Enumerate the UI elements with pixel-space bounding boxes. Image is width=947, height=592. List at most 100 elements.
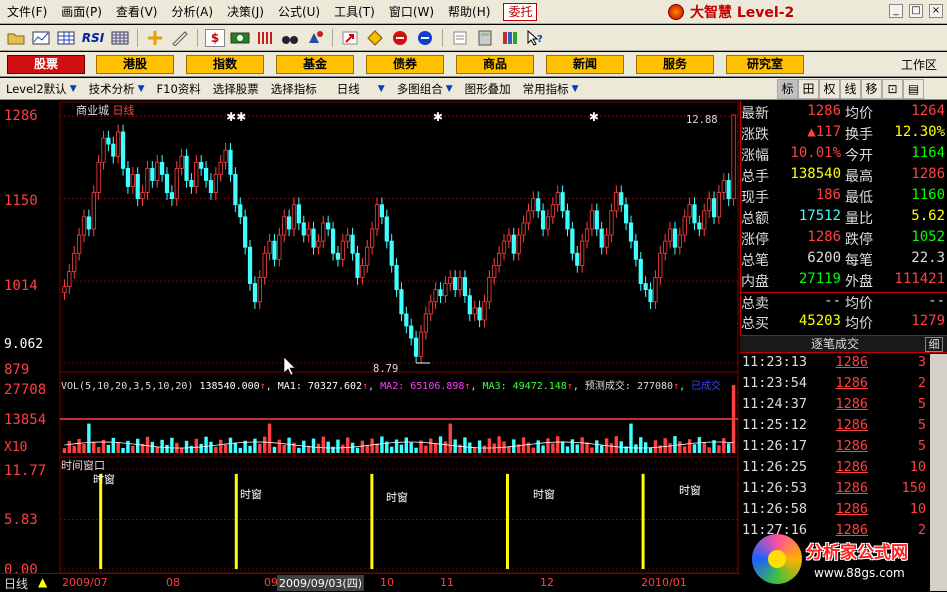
alarm-icon[interactable] bbox=[305, 29, 325, 47]
volume-bar bbox=[341, 444, 345, 453]
candle-body bbox=[174, 167, 179, 200]
crosshair-icon[interactable] bbox=[145, 29, 165, 47]
select-indicator-button[interactable]: 选择指标 bbox=[265, 78, 323, 100]
diamond-icon[interactable] bbox=[365, 29, 385, 47]
candle-body bbox=[565, 210, 570, 230]
eye-icon[interactable] bbox=[230, 29, 250, 47]
quote-label: 每笔 bbox=[845, 253, 873, 269]
maximize-button[interactable]: □ bbox=[909, 4, 923, 18]
overlay-button[interactable]: 图形叠加 bbox=[459, 78, 517, 100]
candle-body bbox=[365, 246, 370, 266]
tab-list[interactable]: ▤ bbox=[903, 79, 924, 99]
help-cursor-icon[interactable]: ? bbox=[525, 29, 545, 47]
quote-row: 内盘 27119 外盘 111421 bbox=[741, 271, 947, 292]
tab-grid[interactable]: 田 bbox=[798, 79, 819, 99]
close-button[interactable]: × bbox=[929, 4, 943, 18]
module-index-button[interactable]: 指数 bbox=[186, 55, 264, 74]
bars-icon[interactable] bbox=[255, 29, 275, 47]
rsi-icon[interactable]: RSI bbox=[81, 29, 105, 47]
menu-decision[interactable]: 决策(J) bbox=[220, 0, 271, 24]
module-services-button[interactable]: 服务 bbox=[636, 55, 714, 74]
tech-analysis-select[interactable]: 技术分析 ▼ bbox=[83, 78, 151, 100]
chart-canvas[interactable]: ✱ ✱ ✱ ✱ bbox=[0, 101, 740, 591]
tab-lines[interactable]: 线 bbox=[840, 79, 861, 99]
quote-label: 涨幅 bbox=[741, 148, 769, 164]
folder-icon[interactable] bbox=[6, 29, 26, 47]
ruler-icon[interactable] bbox=[170, 29, 190, 47]
minimize-button[interactable]: _ bbox=[889, 4, 903, 18]
menu-tools[interactable]: 工具(T) bbox=[327, 0, 382, 24]
menu-file[interactable]: 文件(F) bbox=[0, 0, 54, 24]
menu-analysis[interactable]: 分析(A) bbox=[164, 0, 220, 24]
candle-body bbox=[623, 204, 629, 224]
red-circle-icon[interactable] bbox=[390, 29, 410, 47]
quote-label: 涨停 bbox=[741, 232, 769, 248]
volume-bar bbox=[702, 442, 706, 453]
module-stocks-button[interactable]: 股票 bbox=[7, 55, 85, 74]
quote-label: 涨跌 bbox=[741, 127, 769, 143]
candle-body bbox=[199, 161, 204, 169]
volume-bar bbox=[683, 446, 687, 453]
calculator-icon[interactable] bbox=[475, 29, 495, 47]
candle-body bbox=[111, 143, 116, 157]
line-chart-icon[interactable] bbox=[31, 29, 51, 47]
quote-value: 1164 bbox=[911, 145, 945, 161]
blue-circle-icon[interactable] bbox=[415, 29, 435, 47]
volume-bar bbox=[482, 445, 487, 453]
select-stock-button[interactable]: 选择股票 bbox=[207, 78, 265, 100]
candle-body bbox=[389, 240, 394, 266]
module-bonds-button[interactable]: 债券 bbox=[366, 55, 444, 74]
candle-body bbox=[433, 289, 438, 303]
module-research-button[interactable]: 研究室 bbox=[726, 55, 804, 74]
candle-body bbox=[72, 252, 77, 272]
candle-body bbox=[511, 234, 516, 254]
tab-window[interactable]: ⊡ bbox=[882, 79, 903, 99]
binoculars-icon[interactable] bbox=[280, 29, 300, 47]
x-label-dec: 12 bbox=[540, 576, 554, 589]
quote-value: 12.30% bbox=[894, 124, 945, 140]
layout-select[interactable]: Level2默认 ▼ bbox=[0, 78, 83, 100]
vol-ma3: MA3: 49472.148 bbox=[482, 381, 567, 392]
module-commodities-button[interactable]: 商品 bbox=[456, 55, 534, 74]
arrow-icon[interactable] bbox=[340, 29, 360, 47]
period-select[interactable]: 日线 ▼ bbox=[323, 78, 391, 100]
f10-button[interactable]: F10资料 bbox=[151, 78, 207, 100]
notepad-icon[interactable] bbox=[450, 29, 470, 47]
quote-label: 总笔 bbox=[741, 253, 769, 269]
menu-view[interactable]: 查看(V) bbox=[109, 0, 165, 24]
quote-row: 总卖 -- 均价 -- bbox=[741, 292, 947, 313]
books-icon[interactable] bbox=[500, 29, 520, 47]
dollar-icon[interactable]: $ bbox=[205, 28, 225, 47]
kline-chart[interactable]: ✱ ✱ ✱ ✱ 1286 1150 1014 9.062 879 27708 1385… bbox=[0, 101, 740, 591]
menu-window[interactable]: 窗口(W) bbox=[382, 0, 441, 24]
tick-detail-button[interactable]: 细 bbox=[925, 337, 943, 352]
candle-body bbox=[169, 192, 175, 200]
common-indicators-select[interactable]: 常用指标 ▼ bbox=[517, 78, 585, 100]
triangle-up-icon[interactable]: ▲ bbox=[38, 575, 47, 589]
time-window-label-3: 时窗 bbox=[386, 491, 408, 504]
quote-label: 总买 bbox=[741, 316, 769, 332]
tab-move[interactable]: 移 bbox=[861, 79, 882, 99]
period-toggle[interactable]: 日线 bbox=[4, 575, 28, 592]
multi-chart-select[interactable]: 多图组合 ▼ bbox=[391, 78, 459, 100]
sub-label-top: 11.77 bbox=[4, 463, 47, 479]
tab-rights[interactable]: 权 bbox=[819, 79, 840, 99]
tick-row: 11:26:17 1286 5 bbox=[740, 438, 947, 459]
module-news-button[interactable]: 新闻 bbox=[546, 55, 624, 74]
volume-bar bbox=[717, 445, 721, 453]
trade-order-button[interactable]: 委托 bbox=[503, 2, 538, 21]
volume-bar bbox=[194, 438, 199, 453]
workzone-button[interactable]: 工作区 bbox=[901, 56, 937, 73]
grid-icon[interactable] bbox=[110, 29, 130, 47]
candle-body bbox=[619, 192, 624, 206]
module-funds-button[interactable]: 基金 bbox=[276, 55, 354, 74]
candle-body bbox=[687, 204, 692, 218]
module-hk-stocks-button[interactable]: 港股 bbox=[96, 55, 174, 74]
table-icon[interactable] bbox=[56, 29, 76, 47]
tab-quote[interactable]: 标 bbox=[777, 79, 798, 99]
menu-screen[interactable]: 画面(P) bbox=[54, 0, 109, 24]
chart-title: 商业城 日线 bbox=[76, 102, 135, 118]
menu-formula[interactable]: 公式(U) bbox=[271, 0, 327, 24]
menu-help[interactable]: 帮助(H) bbox=[441, 0, 497, 24]
candle-body bbox=[516, 234, 521, 254]
